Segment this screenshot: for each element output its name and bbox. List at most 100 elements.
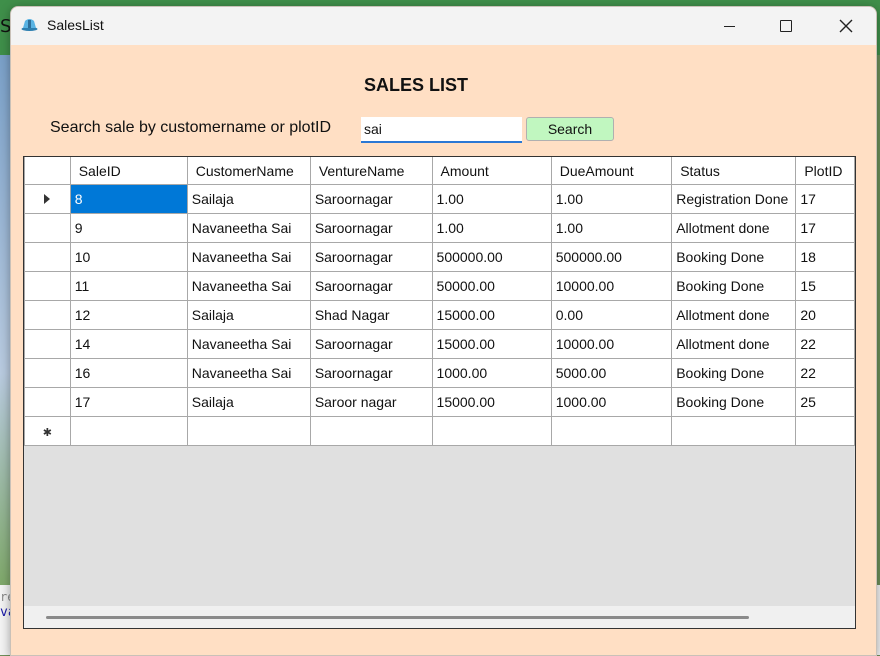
- table-cell[interactable]: 17: [795, 184, 855, 214]
- table-cell[interactable]: 1.00: [431, 184, 552, 214]
- new-row[interactable]: ✱: [24, 416, 855, 446]
- table-cell[interactable]: 15000.00: [431, 329, 552, 359]
- table-cell[interactable]: 10000.00: [550, 329, 673, 359]
- table-cell[interactable]: Saroornagar: [309, 271, 433, 301]
- search-label: Search sale by customername or plotID: [50, 119, 332, 136]
- table-cell[interactable]: 18: [795, 242, 855, 272]
- table-cell[interactable]: Navaneetha Sai: [186, 242, 311, 272]
- scrollbar-thumb[interactable]: [46, 616, 749, 619]
- table-cell[interactable]: 14: [69, 329, 188, 359]
- table-cell[interactable]: 1.00: [550, 184, 673, 214]
- table-cell[interactable]: Saroornagar: [309, 329, 433, 359]
- row-header[interactable]: [24, 329, 71, 359]
- table-cell[interactable]: Sailaja: [186, 300, 311, 330]
- table-row[interactable]: 11 Navaneetha Sai Saroornagar 50000.00 1…: [24, 271, 855, 301]
- sales-table: SaleID CustomerName VentureName Amount D…: [24, 157, 855, 446]
- column-header-customername[interactable]: CustomerName: [186, 157, 311, 185]
- row-header[interactable]: [24, 184, 71, 214]
- table-cell[interactable]: 16: [69, 358, 188, 388]
- table-cell[interactable]: Booking Done: [671, 387, 797, 417]
- table-cell[interactable]: [550, 416, 673, 446]
- column-header-saleid[interactable]: SaleID: [69, 157, 188, 185]
- row-header[interactable]: [24, 242, 71, 272]
- table-cell[interactable]: 10000.00: [550, 271, 673, 301]
- table-cell[interactable]: 9: [69, 213, 188, 243]
- row-header[interactable]: [24, 387, 71, 417]
- search-input[interactable]: [361, 117, 522, 143]
- table-row[interactable]: 14 Navaneetha Sai Saroornagar 15000.00 1…: [24, 329, 855, 359]
- table-row[interactable]: 17 Sailaja Saroor nagar 15000.00 1000.00…: [24, 387, 855, 417]
- row-header[interactable]: ✱: [24, 416, 71, 446]
- table-cell[interactable]: 1.00: [431, 213, 552, 243]
- table-row[interactable]: 16 Navaneetha Sai Saroornagar 1000.00 50…: [24, 358, 855, 388]
- table-row[interactable]: 10 Navaneetha Sai Saroornagar 500000.00 …: [24, 242, 855, 272]
- table-cell[interactable]: [186, 416, 311, 446]
- table-cell[interactable]: Sailaja: [186, 184, 311, 214]
- table-cell[interactable]: 10: [69, 242, 188, 272]
- table-cell[interactable]: 11: [69, 271, 188, 301]
- table-cell[interactable]: 12: [69, 300, 188, 330]
- row-header[interactable]: [24, 213, 71, 243]
- table-cell[interactable]: 1000.00: [550, 387, 673, 417]
- column-header-amount[interactable]: Amount: [431, 157, 552, 185]
- table-row[interactable]: 9 Navaneetha Sai Saroornagar 1.00 1.00 A…: [24, 213, 855, 243]
- minimize-button[interactable]: [706, 7, 752, 45]
- search-button[interactable]: Search: [526, 117, 614, 141]
- table-cell[interactable]: Allotment done: [671, 213, 797, 243]
- table-cell[interactable]: 8: [69, 184, 188, 214]
- table-cell[interactable]: 15000.00: [431, 300, 552, 330]
- table-cell[interactable]: [431, 416, 552, 446]
- sales-data-grid[interactable]: SaleID CustomerName VentureName Amount D…: [23, 156, 856, 629]
- table-cell[interactable]: 1.00: [550, 213, 673, 243]
- table-cell[interactable]: 22: [795, 358, 855, 388]
- table-cell[interactable]: Saroornagar: [309, 184, 433, 214]
- table-cell[interactable]: Navaneetha Sai: [186, 358, 311, 388]
- table-cell[interactable]: Booking Done: [671, 242, 797, 272]
- table-cell[interactable]: 22: [795, 329, 855, 359]
- table-row[interactable]: 12 Sailaja Shad Nagar 15000.00 0.00 Allo…: [24, 300, 855, 330]
- table-cell[interactable]: 0.00: [550, 300, 673, 330]
- table-cell[interactable]: [309, 416, 433, 446]
- table-cell[interactable]: Saroor nagar: [309, 387, 433, 417]
- table-cell[interactable]: 15000.00: [431, 387, 552, 417]
- table-cell[interactable]: Navaneetha Sai: [186, 271, 311, 301]
- table-cell[interactable]: 15: [795, 271, 855, 301]
- column-header-venturename[interactable]: VentureName: [309, 157, 433, 185]
- table-cell[interactable]: Navaneetha Sai: [186, 329, 311, 359]
- table-cell[interactable]: Saroornagar: [309, 358, 433, 388]
- column-header-dueamount[interactable]: DueAmount: [550, 157, 673, 185]
- table-cell[interactable]: [795, 416, 855, 446]
- table-cell[interactable]: 1000.00: [431, 358, 552, 388]
- table-cell[interactable]: Shad Nagar: [309, 300, 433, 330]
- table-cell[interactable]: 5000.00: [550, 358, 673, 388]
- table-cell[interactable]: Saroornagar: [309, 242, 433, 272]
- table-cell[interactable]: 500000.00: [431, 242, 552, 272]
- title-bar[interactable]: SalesList: [11, 7, 876, 45]
- table-cell[interactable]: Booking Done: [671, 358, 797, 388]
- table-cell[interactable]: [671, 416, 797, 446]
- table-cell[interactable]: 17: [69, 387, 188, 417]
- table-cell[interactable]: [69, 416, 188, 446]
- table-cell[interactable]: 500000.00: [550, 242, 673, 272]
- row-header[interactable]: [24, 271, 71, 301]
- table-cell[interactable]: 17: [795, 213, 855, 243]
- horizontal-scrollbar[interactable]: [24, 606, 855, 628]
- column-header-status[interactable]: Status: [671, 157, 797, 185]
- close-button[interactable]: [823, 7, 869, 45]
- table-cell[interactable]: Allotment done: [671, 300, 797, 330]
- table-cell[interactable]: Allotment done: [671, 329, 797, 359]
- row-header[interactable]: [24, 300, 71, 330]
- table-cell[interactable]: Sailaja: [186, 387, 311, 417]
- table-cell[interactable]: Registration Done: [671, 184, 797, 214]
- table-cell[interactable]: 50000.00: [431, 271, 552, 301]
- table-cell[interactable]: 25: [795, 387, 855, 417]
- table-cell[interactable]: Navaneetha Sai: [186, 213, 311, 243]
- table-cell[interactable]: 20: [795, 300, 855, 330]
- table-cell[interactable]: Saroornagar: [309, 213, 433, 243]
- column-header-plotid[interactable]: PlotID: [795, 157, 855, 185]
- sales-list-window: SalesList SALES LIST Search sale by cust…: [10, 6, 877, 656]
- maximize-button[interactable]: [763, 7, 809, 45]
- table-cell[interactable]: Booking Done: [671, 271, 797, 301]
- row-header[interactable]: [24, 358, 71, 388]
- table-row[interactable]: 8 Sailaja Saroornagar 1.00 1.00 Registra…: [24, 184, 855, 214]
